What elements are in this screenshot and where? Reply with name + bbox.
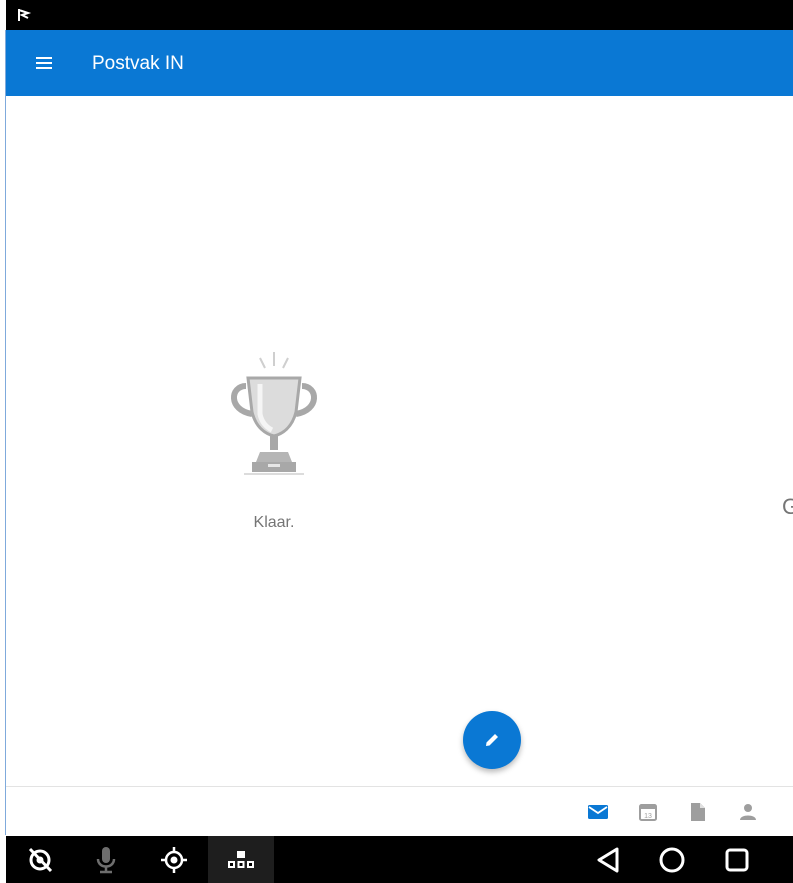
system-nav-bar (6, 836, 793, 883)
notification-flag-icon (18, 9, 32, 21)
pencil-icon (486, 734, 498, 746)
menu-button[interactable] (28, 47, 60, 79)
status-bar (6, 0, 793, 30)
trophy-icon (231, 352, 317, 475)
cutoff-text: G (782, 494, 793, 519)
hamburger-icon (36, 57, 52, 69)
apps-button[interactable] (223, 842, 259, 878)
inbox-content: Klaar. G (6, 96, 793, 786)
tab-people[interactable] (733, 797, 763, 827)
microphone-button[interactable] (88, 842, 124, 878)
calendar-day-label: 13 (644, 813, 652, 820)
grid-icon (228, 851, 254, 868)
tab-mail[interactable] (583, 797, 613, 827)
tab-files[interactable] (683, 797, 713, 827)
mail-icon (588, 805, 608, 819)
recents-button[interactable] (719, 842, 755, 878)
microphone-icon (96, 847, 116, 874)
empty-state-label: Klaar. (253, 514, 295, 531)
crosshair-icon (161, 847, 187, 873)
calendar-icon: 13 (639, 804, 657, 821)
back-button[interactable] (590, 842, 626, 878)
recents-icon (725, 848, 749, 872)
eye-toggle-button[interactable] (22, 842, 58, 878)
file-icon (691, 803, 705, 821)
home-icon (659, 847, 685, 873)
location-button[interactable] (156, 842, 192, 878)
bottom-tab-bar: 13 (6, 787, 793, 836)
tab-calendar[interactable]: 13 (633, 797, 663, 827)
eye-off-icon (28, 847, 53, 873)
back-icon (597, 847, 619, 873)
page-title: Postvak IN (92, 53, 184, 74)
person-icon (740, 804, 756, 820)
home-button[interactable] (654, 842, 690, 878)
app-bar: Postvak IN (6, 30, 793, 96)
compose-button[interactable] (463, 711, 521, 769)
